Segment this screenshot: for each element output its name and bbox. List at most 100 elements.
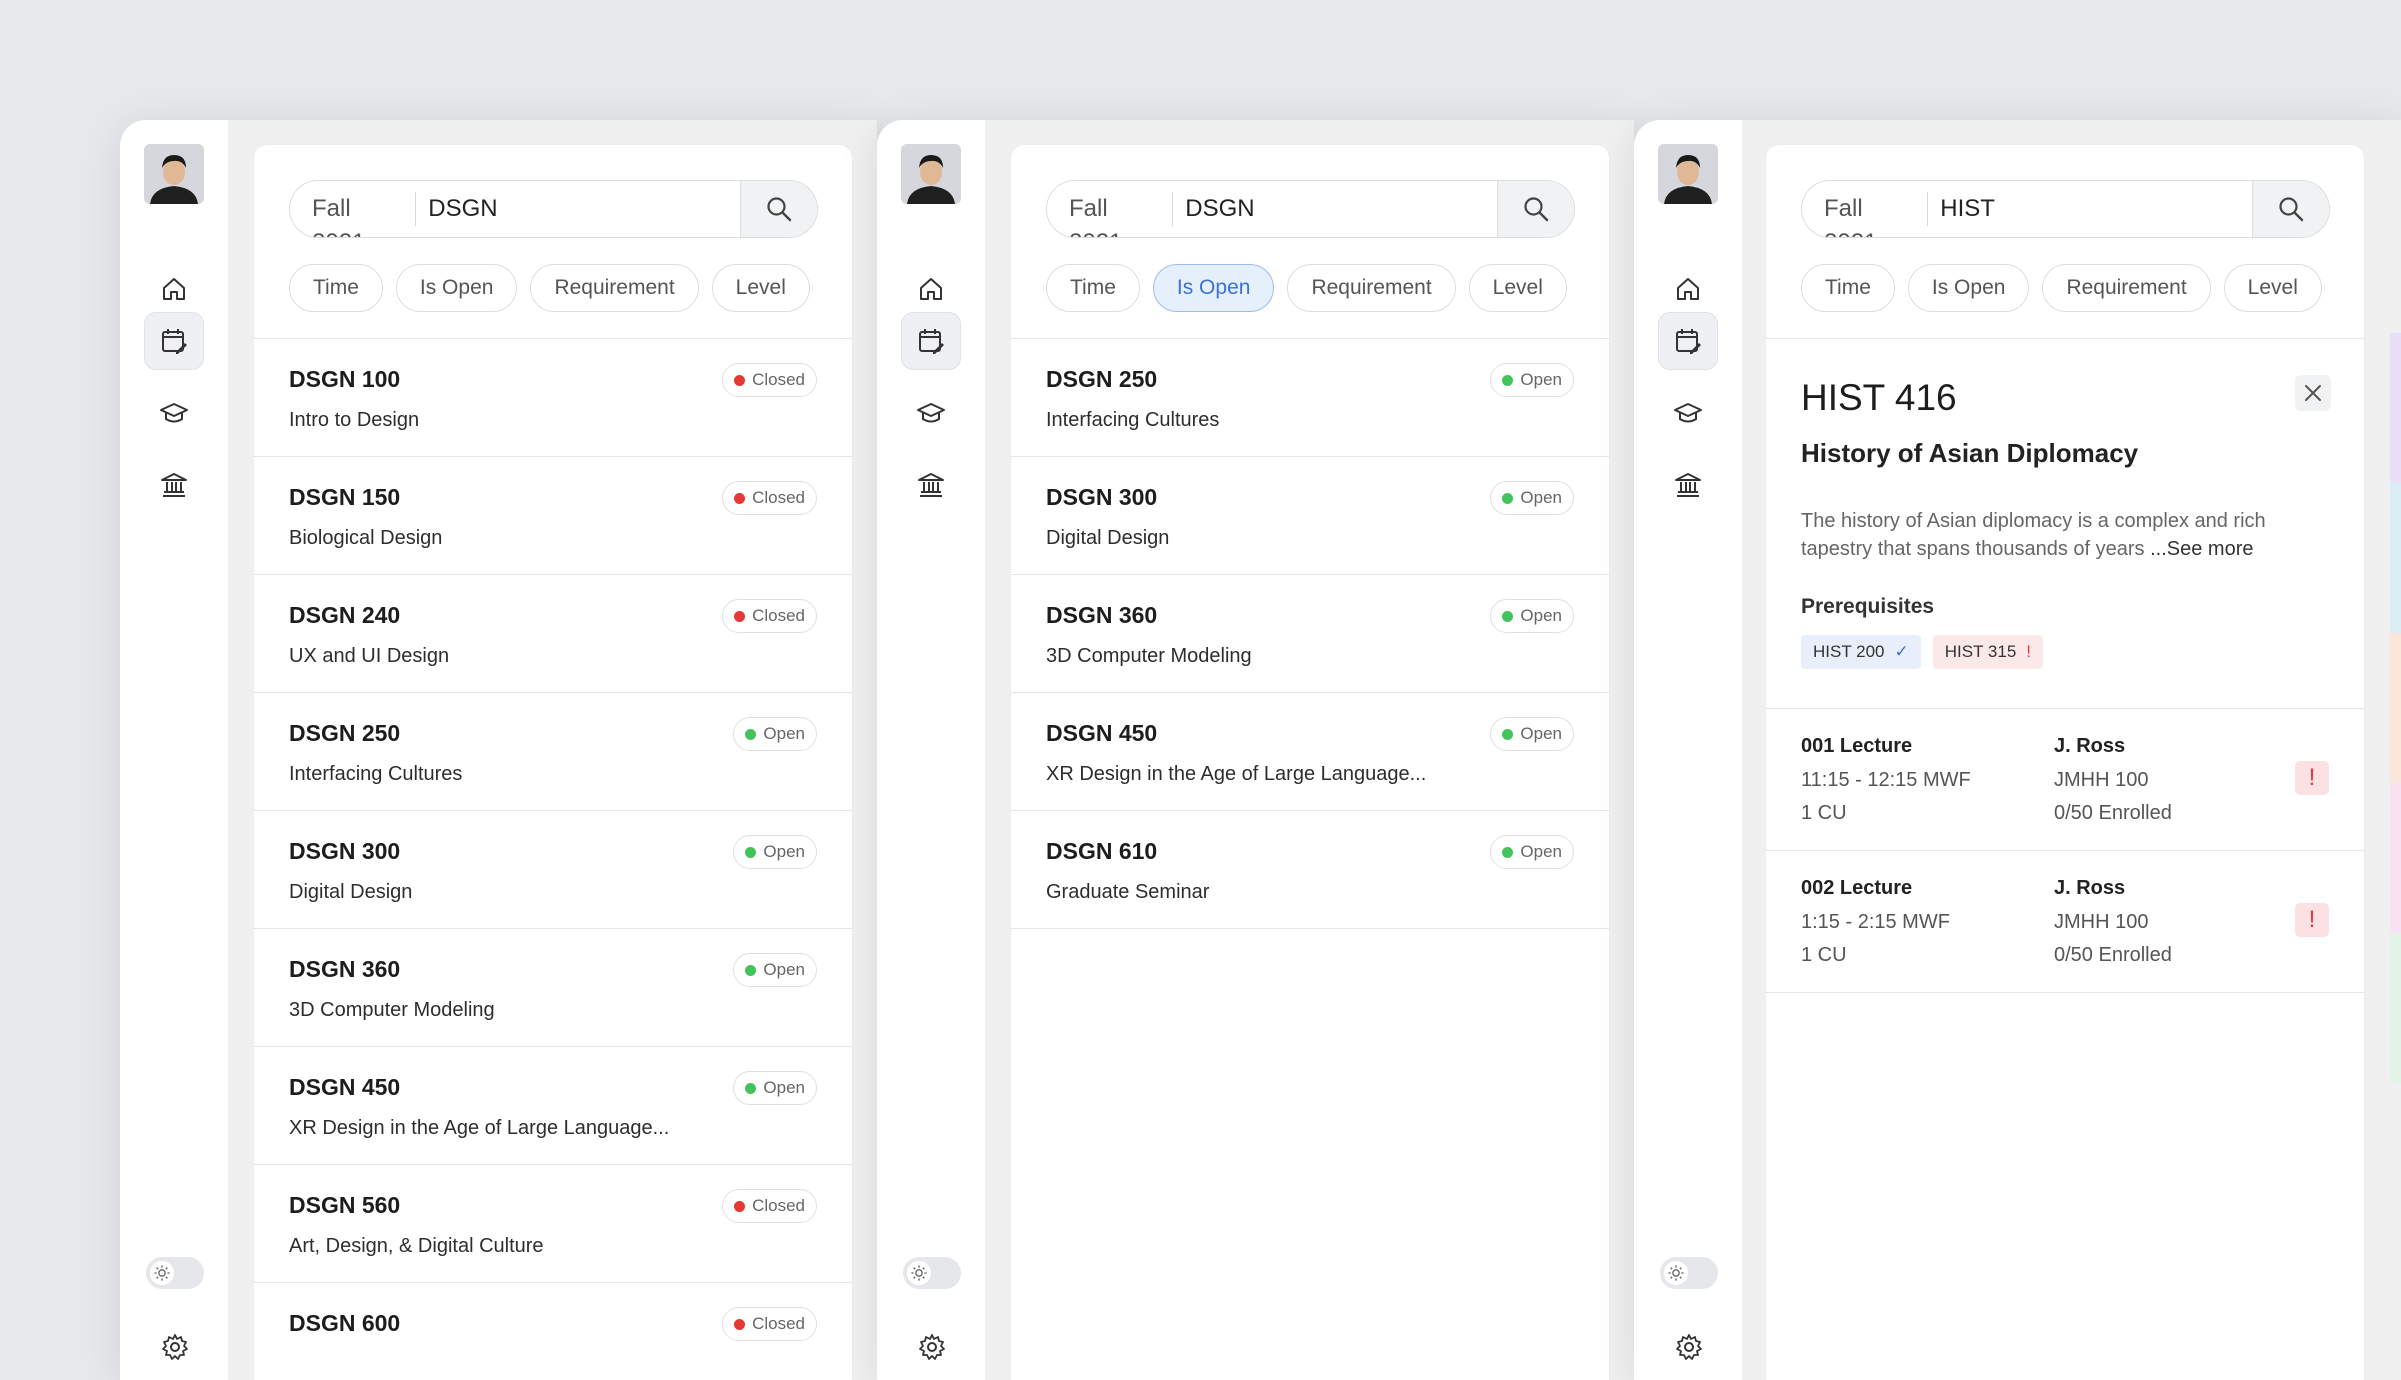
- status-dot: [734, 1318, 746, 1330]
- status-badge: Open: [1490, 481, 1574, 515]
- filter-time[interactable]: Time: [1046, 264, 1140, 312]
- prerequisites-list: HIST 200 ✓ HIST 315!: [1801, 635, 2044, 669]
- search-input[interactable]: [1173, 181, 1498, 237]
- filter-level[interactable]: Level: [2223, 264, 2322, 312]
- search-bar: Fall 2021: [289, 180, 818, 238]
- avatar-image: [1658, 144, 1718, 204]
- section-row[interactable]: 001 Lecture 11:15 - 12:15 MWF 1 CU J. Ro…: [1766, 709, 2364, 851]
- app-window-2: Fall 2021 Time Is Open Requirement Level…: [877, 120, 1634, 1380]
- filter-is-open[interactable]: Is Open: [395, 264, 518, 312]
- nav-home[interactable]: [901, 260, 961, 318]
- course-row[interactable]: DSGN 300 Digital Design Open: [1011, 457, 1609, 575]
- nav-schedule[interactable]: [144, 312, 204, 370]
- alert-icon[interactable]: !: [2295, 903, 2329, 937]
- status-badge: Closed: [722, 1189, 817, 1223]
- close-button[interactable]: [2295, 375, 2331, 411]
- filter-level[interactable]: Level: [1468, 264, 1567, 312]
- settings-button[interactable]: [1674, 1332, 1704, 1362]
- course-row[interactable]: DSGN 240 UX and UI Design Closed: [254, 575, 852, 693]
- course-row[interactable]: DSGN 360 3D Computer Modeling Open: [1011, 575, 1609, 693]
- nav-schedule[interactable]: [1658, 312, 1718, 370]
- course-code: DSGN 100: [289, 366, 401, 392]
- app-window-1: Fall 2021 Time Is Open Requirement Level…: [120, 120, 877, 1380]
- course-row[interactable]: DSGN 250 Interfacing Cultures Open: [1011, 339, 1609, 457]
- theme-toggle[interactable]: [146, 1257, 204, 1289]
- nav-home[interactable]: [1658, 260, 1718, 318]
- course-row[interactable]: DSGN 450 XR Design in the Age of Large La…: [1011, 693, 1609, 811]
- course-row[interactable]: DSGN 560 Art, Design, & Digital Culture Cl…: [254, 1165, 852, 1283]
- status-badge: Open: [733, 953, 817, 987]
- filter-level[interactable]: Level: [711, 264, 810, 312]
- course-row[interactable]: DSGN 450 XR Design in the Age of Large La…: [254, 1047, 852, 1165]
- search-button[interactable]: [1497, 181, 1574, 237]
- gear-icon: [919, 1334, 945, 1360]
- filter-is-open[interactable]: Is Open: [1152, 264, 1275, 312]
- filter-requirement[interactable]: Requirement: [1287, 264, 1456, 312]
- course-row[interactable]: DSGN 610 Graduate Seminar Open: [1011, 811, 1609, 929]
- filter-requirement[interactable]: Requirement: [2042, 264, 2211, 312]
- institution-icon: [1675, 473, 1701, 497]
- section-row[interactable]: 002 Lecture 1:15 - 2:15 MWF 1 CU J. Ross…: [1766, 851, 2364, 993]
- settings-button[interactable]: [160, 1332, 190, 1362]
- term-selector[interactable]: Fall 2021: [1802, 192, 1929, 237]
- nav-home[interactable]: [144, 260, 204, 318]
- course-row[interactable]: DSGN 250 Interfacing Cultures Open: [254, 693, 852, 811]
- course-row[interactable]: DSGN 600 Closed: [254, 1283, 852, 1380]
- section-enrollment: 0/50 Enrolled: [2054, 802, 2172, 824]
- nav-degree[interactable]: [144, 384, 204, 442]
- course-title: Interfacing Cultures: [289, 763, 463, 785]
- filter-is-open[interactable]: Is Open: [1907, 264, 2030, 312]
- status-dot: [734, 492, 746, 504]
- search-button[interactable]: [740, 181, 817, 237]
- settings-button[interactable]: [917, 1332, 947, 1362]
- theme-toggle[interactable]: [1660, 1257, 1718, 1289]
- see-more-link[interactable]: ...See more: [2150, 538, 2253, 560]
- course-code: DSGN 560: [289, 1192, 401, 1218]
- section-time: 1:15 - 2:15 MWF: [1801, 911, 1950, 933]
- graduation-cap-icon: [160, 403, 188, 423]
- status-label: Closed: [752, 1196, 805, 1215]
- prereq-tag[interactable]: HIST 200 ✓: [1801, 635, 1921, 669]
- status-dot: [1502, 492, 1514, 504]
- course-row[interactable]: DSGN 100 Intro to Design Closed: [254, 339, 852, 457]
- nav-institution[interactable]: [1658, 456, 1718, 514]
- prereq-tag[interactable]: HIST 315!: [1932, 635, 2044, 669]
- filter-time[interactable]: Time: [289, 264, 383, 312]
- filter-time[interactable]: Time: [1801, 264, 1895, 312]
- search-icon: [767, 197, 792, 222]
- search-bar: Fall 2021: [1801, 180, 2330, 238]
- calendar-edit-icon: [919, 329, 944, 354]
- status-label: Open: [1520, 842, 1562, 861]
- term-selector[interactable]: Fall 2021: [290, 192, 417, 237]
- nav-degree[interactable]: [901, 384, 961, 442]
- nav-degree[interactable]: [1658, 384, 1718, 442]
- status-dot: [1502, 846, 1514, 858]
- status-badge: Closed: [722, 1307, 817, 1341]
- search-button[interactable]: [2252, 181, 2329, 237]
- course-row[interactable]: DSGN 360 3D Computer Modeling Open: [254, 929, 852, 1047]
- term-selector[interactable]: Fall 2021: [1047, 192, 1174, 237]
- check-icon: ✓: [1894, 642, 1909, 661]
- status-label: Closed: [752, 488, 805, 507]
- course-row[interactable]: DSGN 300 Digital Design Open: [254, 811, 852, 929]
- course-detail-panel: Fall 2021 Time Is Open Requirement Level…: [1765, 144, 2365, 1380]
- search-input[interactable]: [1928, 181, 2253, 237]
- filter-requirement[interactable]: Requirement: [530, 264, 699, 312]
- course-row[interactable]: DSGN 150 Biological Design Closed: [254, 457, 852, 575]
- nav-institution[interactable]: [901, 456, 961, 514]
- course-code: DSGN 450: [1046, 720, 1158, 746]
- search-input[interactable]: [416, 181, 741, 237]
- avatar[interactable]: [901, 144, 961, 204]
- prereq-code: HIST 315: [1944, 642, 2017, 661]
- theme-toggle[interactable]: [903, 1257, 961, 1289]
- status-label: Open: [763, 1078, 805, 1097]
- status-badge: Closed: [722, 599, 817, 633]
- search-icon: [1524, 197, 1549, 222]
- filter-chips: Time Is Open Requirement Level: [289, 264, 810, 312]
- alert-icon[interactable]: !: [2295, 761, 2329, 795]
- avatar[interactable]: [144, 144, 204, 204]
- avatar[interactable]: [1658, 144, 1718, 204]
- nav-schedule[interactable]: [901, 312, 961, 370]
- institution-icon: [918, 473, 944, 497]
- nav-institution[interactable]: [144, 456, 204, 514]
